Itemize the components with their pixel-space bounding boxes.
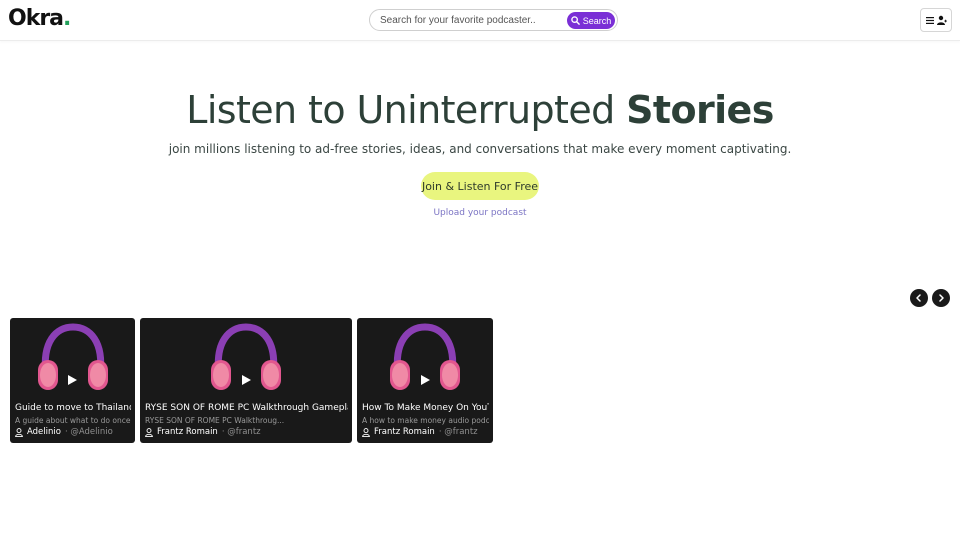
search-button[interactable]: Search xyxy=(567,12,615,29)
user-icon xyxy=(145,427,153,437)
carousel-next-button[interactable] xyxy=(932,289,950,307)
card-author[interactable]: Adelinio · @Adelinio xyxy=(15,426,131,438)
upload-podcast-link[interactable]: Upload your podcast xyxy=(0,208,960,218)
account-menu-button[interactable] xyxy=(920,8,952,32)
card-title: Guide to move to Thailand xyxy=(15,403,131,413)
card-description: RYSE SON OF ROME PC Walkthroug... xyxy=(145,416,285,425)
join-button[interactable]: Join & Listen For Free xyxy=(421,172,539,200)
play-icon xyxy=(242,375,251,385)
card-description: A how to make money audio podc... xyxy=(362,416,489,425)
play-icon xyxy=(68,375,77,385)
author-name: Adelinio xyxy=(27,427,61,437)
play-icon xyxy=(421,375,430,385)
search-input[interactable] xyxy=(380,12,560,28)
podcast-card[interactable]: RYSE SON OF ROME PC Walkthrough Gameplay… xyxy=(140,318,352,443)
play-button[interactable] xyxy=(413,368,437,392)
hero-subtitle: join millions listening to ad-free stori… xyxy=(168,142,792,156)
hero-title-regular: Listen to Uninterrupted xyxy=(186,88,615,132)
okra-logo[interactable]: Okra. xyxy=(8,6,71,31)
author-handle: · @frantz xyxy=(221,427,261,437)
play-button[interactable] xyxy=(60,368,84,392)
podcast-card[interactable]: How To Make Money On YouTube A how to ma… xyxy=(357,318,493,443)
carousel-prev-button[interactable] xyxy=(910,289,928,307)
card-author[interactable]: Frantz Romain · @frantz xyxy=(145,426,348,438)
author-name: Frantz Romain xyxy=(157,427,218,437)
hamburger-icon xyxy=(925,16,934,24)
author-name: Frantz Romain xyxy=(374,427,435,437)
card-title: How To Make Money On YouTube xyxy=(362,403,489,413)
card-description: A guide about what to do once ... xyxy=(15,416,131,425)
chevron-right-icon xyxy=(939,294,944,302)
chevron-left-icon xyxy=(916,294,921,302)
search-bar: Search xyxy=(369,9,618,31)
hero-title: Listen to Uninterrupted Stories xyxy=(0,88,960,132)
search-button-label: Search xyxy=(582,15,612,26)
play-button[interactable] xyxy=(234,368,258,392)
search-icon xyxy=(570,16,580,25)
author-handle: · @Adelinio xyxy=(64,427,113,437)
user-icon xyxy=(936,15,947,25)
card-author[interactable]: Frantz Romain · @frantz xyxy=(362,426,489,438)
top-navbar: Okra. Search xyxy=(0,0,960,41)
author-handle: · @frantz xyxy=(438,427,478,437)
user-icon xyxy=(15,427,23,437)
user-icon xyxy=(362,427,370,437)
hero-title-bold: Stories xyxy=(626,88,774,132)
card-title: RYSE SON OF ROME PC Walkthrough Gameplay… xyxy=(145,403,348,413)
podcast-card[interactable]: Guide to move to Thailand A guide about … xyxy=(10,318,135,443)
